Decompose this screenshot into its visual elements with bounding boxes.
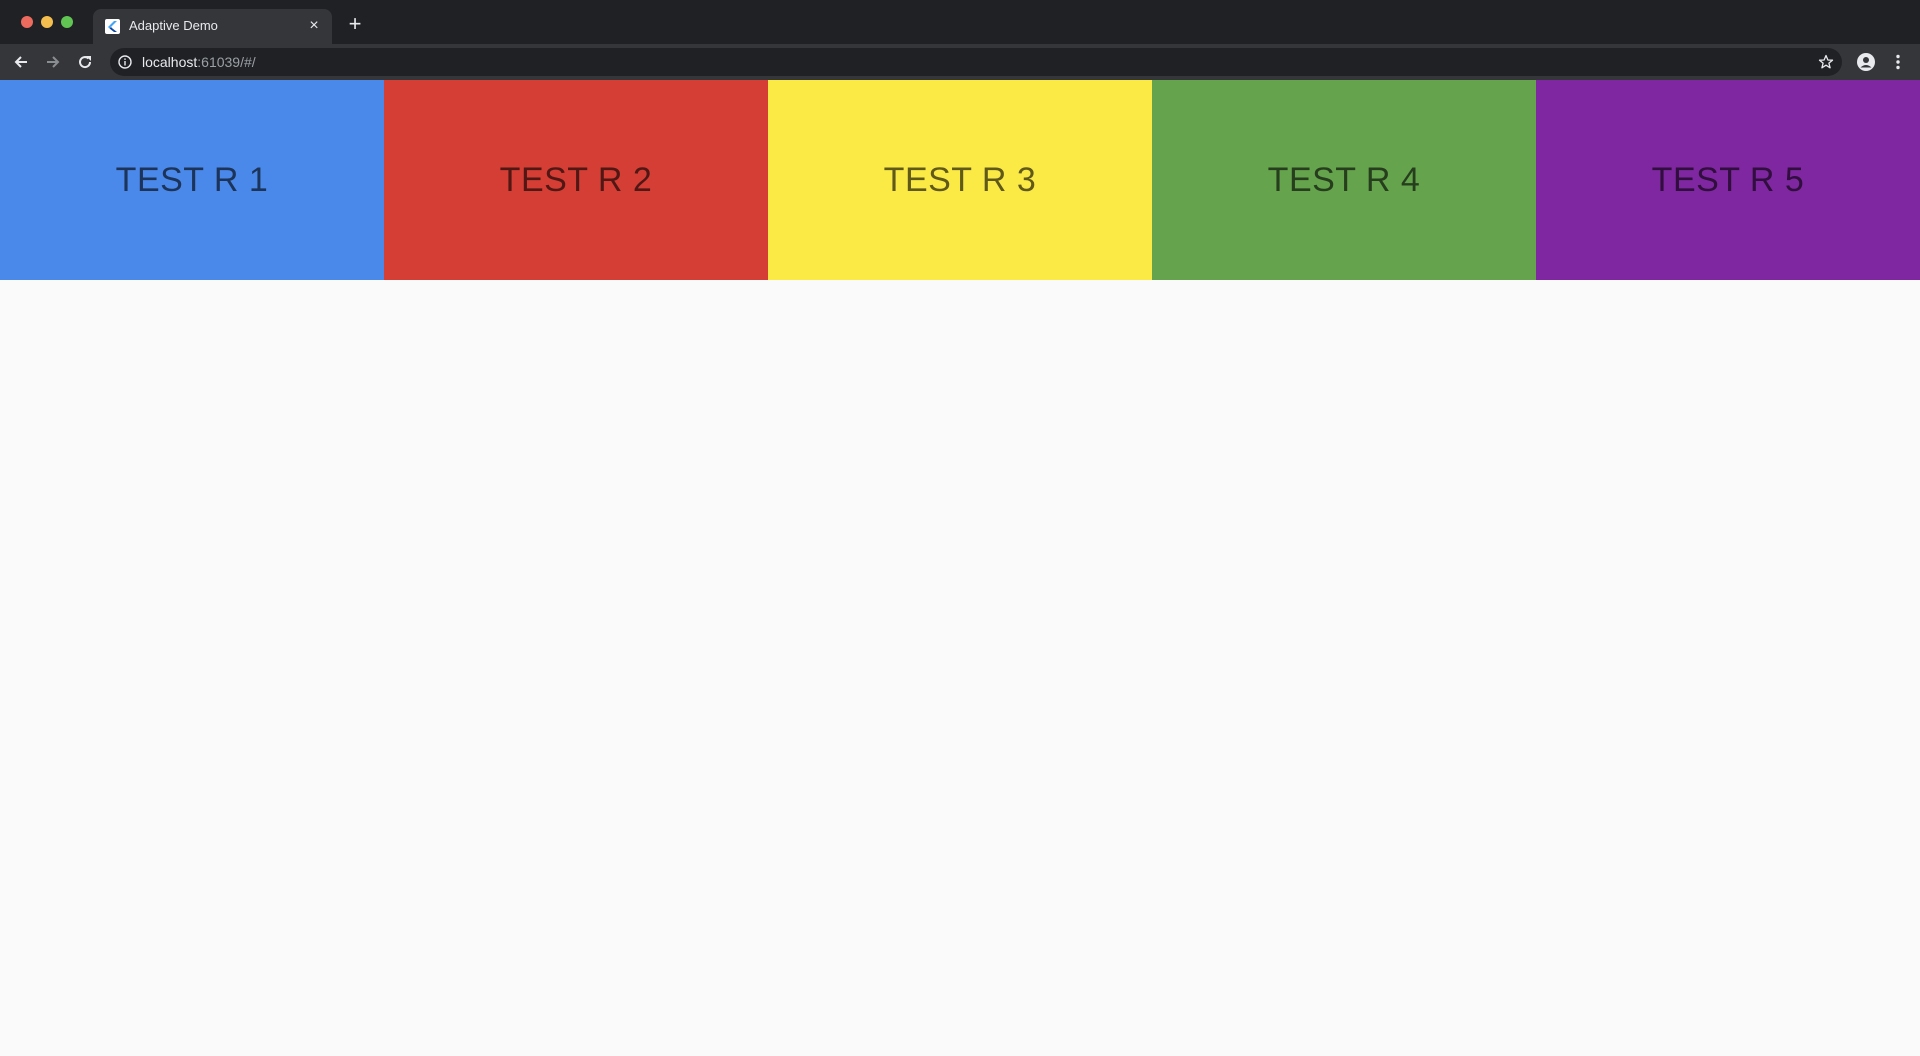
forward-arrow-icon[interactable] — [40, 49, 66, 75]
new-tab-button[interactable]: + — [344, 13, 366, 35]
tile-test-r-2[interactable]: TEST R 2 — [384, 80, 768, 280]
browser-toolbar: localhost:61039/#/ — [0, 44, 1920, 80]
tile-test-r-3[interactable]: TEST R 3 — [768, 80, 1152, 280]
tab-adaptive-demo[interactable]: Adaptive Demo × — [93, 9, 332, 44]
url-host: localhost — [142, 54, 198, 70]
maximize-window-button[interactable] — [61, 16, 73, 28]
close-window-button[interactable] — [21, 16, 33, 28]
reload-icon[interactable] — [72, 49, 98, 75]
tile-label: TEST R 4 — [1267, 160, 1421, 199]
tile-label: TEST R 2 — [499, 160, 653, 199]
tile-label: TEST R 1 — [115, 160, 269, 199]
more-vert-icon[interactable] — [1888, 52, 1908, 72]
tab-close-icon[interactable]: × — [305, 17, 323, 35]
tile-label: TEST R 5 — [1651, 160, 1805, 199]
profile-icon[interactable] — [1856, 52, 1876, 72]
tile-label: TEST R 3 — [883, 160, 1037, 199]
back-arrow-icon[interactable] — [8, 49, 34, 75]
star-icon[interactable] — [1818, 54, 1834, 70]
tab-strip: Adaptive Demo × + — [0, 0, 1920, 44]
url-path: :61039/#/ — [197, 54, 256, 70]
tile-test-r-4[interactable]: TEST R 4 — [1152, 80, 1536, 280]
page-viewport: TEST R 1 TEST R 2 TEST R 3 TEST R 4 TEST… — [0, 80, 1920, 1056]
flutter-favicon-icon — [105, 19, 120, 34]
browser-window: Adaptive Demo × + localhost:61039/#/ TES… — [0, 0, 1920, 1056]
tile-test-r-1[interactable]: TEST R 1 — [0, 80, 384, 280]
info-icon[interactable] — [118, 55, 132, 69]
tile-row: TEST R 1 TEST R 2 TEST R 3 TEST R 4 TEST… — [0, 80, 1920, 280]
url-text: localhost:61039/#/ — [142, 54, 256, 70]
tab-title: Adaptive Demo — [129, 18, 218, 33]
tile-test-r-5[interactable]: TEST R 5 — [1536, 80, 1920, 280]
address-bar[interactable]: localhost:61039/#/ — [110, 48, 1842, 76]
minimize-window-button[interactable] — [41, 16, 53, 28]
